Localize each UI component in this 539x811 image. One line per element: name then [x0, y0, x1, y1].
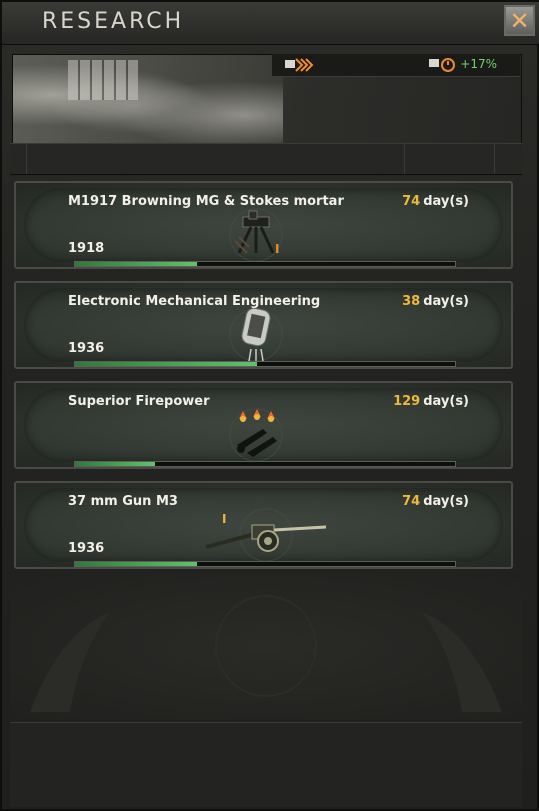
days-number: 38: [402, 294, 421, 309]
research-slot-4[interactable]: 37 mm Gun M3 74 day(s) 1936 I: [14, 481, 513, 569]
days-remaining: 74 day(s): [402, 494, 469, 509]
tech-name: M1917 Browning MG & Stokes mortar: [68, 194, 344, 209]
research-speed-bonus: +17%: [428, 56, 497, 72]
research-slot-arrows-icon[interactable]: [284, 57, 314, 73]
tech-year: 1918: [68, 241, 105, 256]
photo-window: [68, 60, 138, 100]
days-unit: day(s): [423, 394, 469, 409]
tech-name: 37 mm Gun M3: [68, 494, 178, 509]
days-remaining: 74 day(s): [402, 194, 469, 209]
progress-fill: [75, 562, 197, 566]
progress-fill: [75, 262, 197, 266]
oak-leaf-decoration: [30, 595, 502, 712]
days-number: 74: [402, 194, 421, 209]
research-slot-3[interactable]: Superior Firepower 129 day(s): [14, 381, 513, 469]
research-slot-1[interactable]: M1917 Browning MG & Stokes mortar 74 day(…: [14, 181, 513, 269]
filter-segment: [10, 144, 27, 174]
title-bar: Research ✕: [2, 2, 539, 45]
research-progress-bar: [74, 361, 456, 367]
close-icon: ✕: [509, 6, 530, 35]
bottom-panel: [10, 722, 522, 807]
svg-text:I: I: [275, 242, 279, 256]
vacuum-tube-icon: [229, 307, 283, 362]
research-filter-row: [10, 143, 522, 175]
progress-fill: [75, 462, 155, 466]
filter-segment: [404, 144, 495, 174]
research-slot-2[interactable]: Electronic Mechanical Engineering 38 day(…: [14, 281, 513, 369]
scientists-photo: [13, 55, 283, 143]
close-button[interactable]: ✕: [504, 5, 535, 36]
progress-fill: [75, 362, 258, 366]
research-bonus-value: +17%: [460, 57, 497, 71]
research-speed-icon: [429, 58, 456, 72]
anti-tank-gun-icon: I: [205, 508, 327, 562]
filter-segment: [26, 144, 405, 174]
days-remaining: 129 day(s): [393, 394, 469, 409]
days-number: 129: [393, 394, 421, 409]
research-progress-bar: [74, 561, 456, 567]
research-progress-bar: [74, 261, 456, 267]
tech-year: 1936: [68, 541, 105, 556]
days-unit: day(s): [423, 294, 469, 309]
days-number: 74: [402, 494, 421, 509]
research-panel: Research ✕ +17% M1917 Browning MG & Stok…: [0, 0, 539, 811]
svg-text:I: I: [222, 512, 226, 526]
tech-year: 1936: [68, 341, 105, 356]
empty-slot-area: [10, 572, 522, 720]
research-progress-bar: [74, 461, 456, 467]
days-unit: day(s): [423, 194, 469, 209]
days-unit: day(s): [423, 494, 469, 509]
window-title: Research: [42, 9, 185, 34]
days-remaining: 38 day(s): [402, 294, 469, 309]
firepower-icon: [229, 408, 283, 462]
tech-name: Superior Firepower: [68, 394, 210, 409]
machine-gun-icon: I: [229, 208, 283, 262]
